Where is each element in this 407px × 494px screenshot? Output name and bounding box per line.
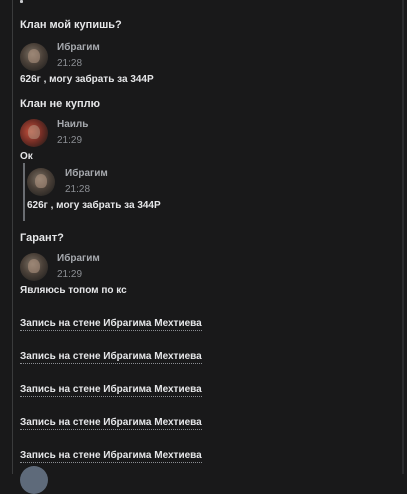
avatar[interactable] (27, 168, 55, 196)
message-text: 626г , могу забрать за 344Р (20, 74, 154, 85)
message-time: 21:28 (65, 184, 91, 195)
wall-post-link[interactable]: Запись на стене Ибрагима Мехтиева (20, 318, 202, 331)
avatar[interactable] (20, 119, 48, 147)
message-text: Являюсь топом по кс (20, 285, 127, 296)
wall-post-link[interactable]: Запись на стене Ибрагима Мехтиева (20, 450, 202, 463)
wall-post-link[interactable]: Запись на стене Ибрагима Мехтиева (20, 351, 202, 364)
message-text: Клан не куплю (20, 98, 100, 110)
avatar[interactable] (20, 466, 48, 494)
message-time: 21:29 (57, 135, 83, 146)
wall-post-link[interactable]: Запись на стене Ибрагима Мехтиева (20, 417, 202, 430)
message-text: Гарант? (20, 232, 64, 244)
scrollbar[interactable] (402, 0, 404, 474)
quoted-text: 626г , могу забрать за 344Р (27, 200, 161, 211)
sender-name[interactable]: Ибрагим (57, 42, 100, 53)
sender-name[interactable]: Ибрагим (57, 253, 100, 264)
avatar[interactable] (20, 43, 48, 71)
left-gutter (0, 0, 13, 474)
wall-post-link[interactable]: Запись на стене Ибрагима Мехтиева (20, 384, 202, 397)
top-marker (20, 0, 23, 3)
message-time: 21:29 (57, 269, 83, 280)
message-text: Клан мой купишь? (20, 19, 122, 31)
quote-bar (23, 163, 25, 221)
avatar[interactable] (20, 253, 48, 281)
message-time: 21:28 (57, 58, 83, 69)
message-text: Ок (20, 151, 33, 162)
sender-name[interactable]: Наиль (57, 119, 88, 130)
sender-name[interactable]: Ибрагим (65, 168, 108, 179)
